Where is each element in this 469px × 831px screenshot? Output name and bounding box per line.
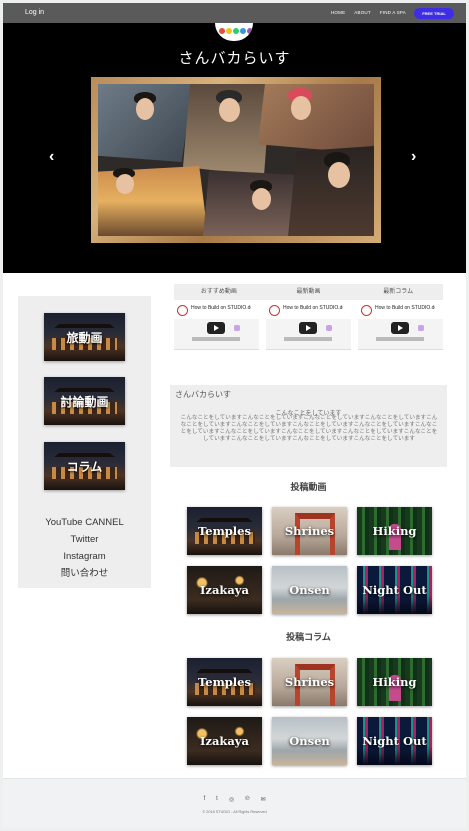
facebook-icon[interactable]: f [203,796,205,803]
free-trial-button[interactable]: FREE TRIAL [414,8,454,19]
intro-body-text: こんなことをしていますこんなことをしていますこんなことをしていますこんなことをし… [180,415,438,442]
tile-label: Onsen [289,734,330,748]
video-tile-temples[interactable]: Temples [187,507,262,555]
tile-label: Shrines [284,524,335,538]
tile-label: Temples [198,524,251,538]
logo-mark [219,28,253,34]
hero-photo-frame [91,77,381,243]
nav-link-home[interactable]: HOME [331,10,345,15]
video-tabs: おすすめ動画 最新動画 最新コラム [174,284,443,300]
instagram-icon[interactable]: ◎ [229,796,234,803]
video-embed[interactable]: How to Build on STUDIO.design [266,302,351,350]
carousel-prev-arrow-icon[interactable]: ‹ [49,148,54,166]
video-tile-onsen[interactable]: Onsen [272,566,347,614]
channel-avatar [361,305,372,316]
login-link[interactable]: Log in [25,9,44,16]
nav-link-find-a-spa[interactable]: FIND A SPA [380,10,406,15]
sidebar-category-travel-videos[interactable]: 旅動画 [44,313,125,361]
video-tile-izakaya[interactable]: Izakaya [187,566,262,614]
play-icon[interactable] [299,322,317,334]
nav-link-about[interactable]: ABOUT [354,10,371,15]
top-navigation-bar: Log in HOME ABOUT FIND A SPA FREE TRIAL [3,3,466,23]
tile-label: Izakaya [200,734,249,748]
column-tile-izakaya[interactable]: Izakaya [187,717,262,765]
tile-label: Shrines [284,675,335,689]
video-title: How to Build on STUDIO.design [375,305,435,311]
sidebar-category-columns[interactable]: コラム [44,442,125,490]
social-links: f t ◎ ℗ ✉ [3,796,466,803]
posted-videos-title: 投稿動画 [290,482,327,492]
site-title: さんバカらいす [178,50,291,67]
play-icon[interactable] [207,322,225,334]
pinterest-icon[interactable]: ℗ [245,796,249,803]
contact-link[interactable]: 問い合わせ [18,565,151,582]
tab-latest-videos[interactable]: 最新動画 [264,284,354,300]
video-embeds: How to Build on STUDIO.design How to Bui… [174,302,443,350]
nav-links: HOME ABOUT FIND A SPA [331,10,406,15]
tile-label: Hiking [372,675,417,689]
video-embed[interactable]: How to Build on STUDIO.design [358,302,443,350]
tab-recommended-videos[interactable]: おすすめ動画 [174,284,264,300]
column-tile-shrines[interactable]: Shrines [272,658,347,706]
twitter-link[interactable]: Twitter [18,531,151,548]
carousel-next-arrow-icon[interactable]: › [411,148,416,166]
column-tile-onsen[interactable]: Onsen [272,717,347,765]
play-icon[interactable] [391,322,409,334]
sidebar-links: YouTube CANNEL Twitter Instagram 問い合わせ [18,514,151,582]
video-tile-shrines[interactable]: Shrines [272,507,347,555]
video-embed[interactable]: How to Build on STUDIO.design [174,302,259,350]
email-icon[interactable]: ✉ [260,796,265,803]
video-title: How to Build on STUDIO.design [283,305,343,311]
channel-avatar [177,305,188,316]
column-tile-night-out[interactable]: Night Out [357,717,432,765]
footer: f t ◎ ℗ ✉ © 2018 STUDIO - All Rights Res… [3,778,466,828]
tile-label: Izakaya [200,583,249,597]
category-label: 討論動画 [60,394,109,409]
video-tile-hiking[interactable]: Hiking [357,507,432,555]
copyright-text: © 2018 STUDIO - All Rights Reserved [202,810,267,814]
sidebar: 旅動画 討論動画 コラム YouTube CANNEL Twitter Inst… [18,296,151,588]
video-title: How to Build on STUDIO.design [191,305,251,311]
hero-collage-photo [98,84,374,236]
video-tile-night-out[interactable]: Night Out [357,566,432,614]
youtube-channel-link[interactable]: YouTube CANNEL [18,514,151,531]
category-label: 旅動画 [66,330,103,345]
column-tile-hiking[interactable]: Hiking [357,658,432,706]
tile-label: Onsen [289,583,330,597]
intro-title: さんバカらいす [175,390,231,399]
page: Log in HOME ABOUT FIND A SPA FREE TRIAL … [3,3,466,828]
tile-label: Night Out [362,734,427,748]
site-logo[interactable] [215,23,253,41]
intro-box: さんバカらいす こんなことをしています こんなことをしていますこんなことをしてい… [170,385,447,467]
twitter-icon[interactable]: t [216,796,218,803]
column-tile-temples[interactable]: Temples [187,658,262,706]
channel-avatar [269,305,280,316]
tab-latest-columns[interactable]: 最新コラム [353,284,443,300]
sidebar-category-discussion-videos[interactable]: 討論動画 [44,377,125,425]
tile-label: Hiking [372,524,417,538]
category-label: コラム [66,459,103,474]
tile-label: Night Out [362,583,427,597]
tile-label: Temples [198,675,251,689]
posted-columns-title: 投稿コラム [286,632,331,642]
instagram-link[interactable]: Instagram [18,548,151,565]
hero-section: さんバカらいす ‹ › [3,23,466,273]
